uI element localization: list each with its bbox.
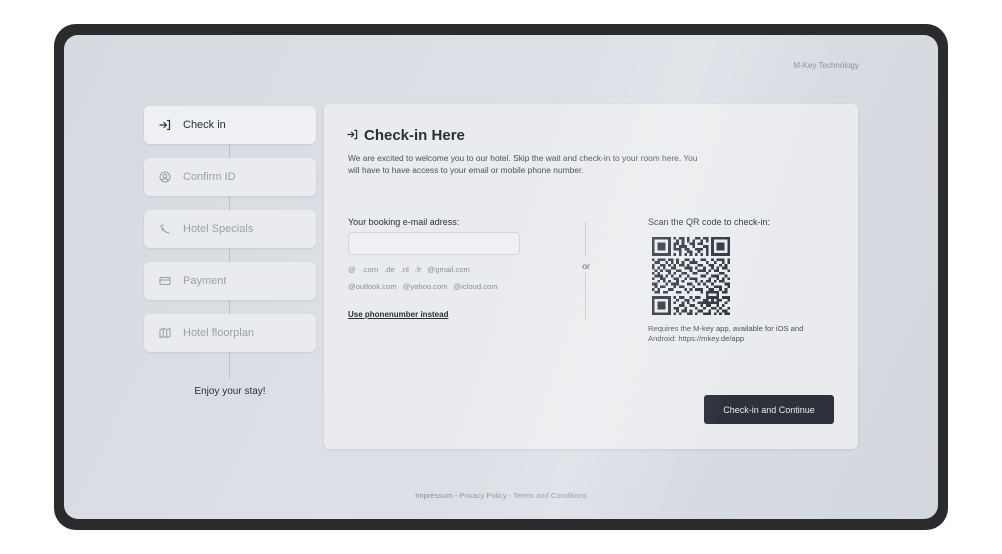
- suggestion-chip[interactable]: .de: [384, 265, 395, 274]
- step-label: Payment: [183, 275, 227, 287]
- email-input[interactable]: [348, 232, 520, 255]
- privacy-policy-link[interactable]: Privacy Policy: [459, 491, 506, 500]
- brand-label: M-Key Technology: [793, 61, 859, 70]
- qr-label: Scan the QR code to check-in:: [648, 217, 771, 227]
- step-label: Check in: [183, 119, 226, 131]
- step-payment[interactable]: Payment: [144, 262, 316, 300]
- suggestion-chip[interactable]: @gmail.com: [428, 265, 470, 274]
- tablet-frame: M-Key Technology Check in Confirm ID Hot…: [54, 24, 948, 530]
- email-suggestions-row-2: @outlook.com @yahoo.com @icloud.com: [348, 282, 548, 291]
- login-arrow-icon: [347, 127, 358, 144]
- user-circle-icon: [159, 171, 171, 183]
- suggestion-chip[interactable]: @outlook.com: [348, 282, 397, 291]
- credit-card-icon: [159, 275, 171, 287]
- step-confirm-id[interactable]: Confirm ID: [144, 158, 316, 196]
- footer: Impressum - Privacy Policy - Terms and C…: [64, 491, 938, 500]
- step-hotel-specials[interactable]: Hotel Specials: [144, 210, 316, 248]
- suggestion-chip[interactable]: @icloud.com: [454, 282, 498, 291]
- check-in-continue-button[interactable]: Check-in and Continue: [704, 395, 834, 424]
- email-label: Your booking e-mail adress:: [348, 217, 460, 227]
- step-hotel-floorplan[interactable]: Hotel floorplan: [144, 314, 316, 352]
- qr-code: [652, 237, 730, 315]
- email-suggestions-row-1: @ .com .de .nl .fr @gmail.com: [348, 265, 548, 274]
- impressum-link[interactable]: Impressum: [415, 491, 453, 500]
- divider: [585, 272, 586, 319]
- suggestion-chip[interactable]: .nl: [401, 265, 409, 274]
- step-label: Hotel Specials: [183, 223, 254, 235]
- intro-text: We are excited to welcome you to our hot…: [348, 153, 698, 175]
- screen: M-Key Technology Check in Confirm ID Hot…: [64, 35, 938, 519]
- login-arrow-icon: [159, 119, 171, 131]
- step-label: Hotel floorplan: [183, 327, 254, 339]
- card-title: Check-in Here: [347, 127, 465, 144]
- divider: [585, 222, 586, 257]
- card-title-text: Check-in Here: [364, 127, 465, 144]
- step-check-in[interactable]: Check in: [144, 106, 316, 144]
- suggestion-chip[interactable]: @yahoo.com: [403, 282, 448, 291]
- map-icon: [159, 327, 171, 339]
- bell-icon: [159, 223, 171, 235]
- qr-note: Requires the M-key app, available for iO…: [648, 324, 804, 343]
- suggestion-chip[interactable]: .com: [362, 265, 378, 274]
- suggestion-chip[interactable]: @: [348, 265, 356, 274]
- use-phone-link[interactable]: Use phonenumber instead: [348, 310, 448, 319]
- step-label: Confirm ID: [183, 171, 236, 183]
- suggestion-chip[interactable]: .fr: [415, 265, 422, 274]
- or-label: or: [582, 261, 590, 271]
- enjoy-message: Enjoy your stay!: [194, 386, 266, 397]
- check-in-card: Check-in Here We are excited to welcome …: [324, 104, 858, 449]
- terms-link[interactable]: Terms and Conditions: [513, 491, 586, 500]
